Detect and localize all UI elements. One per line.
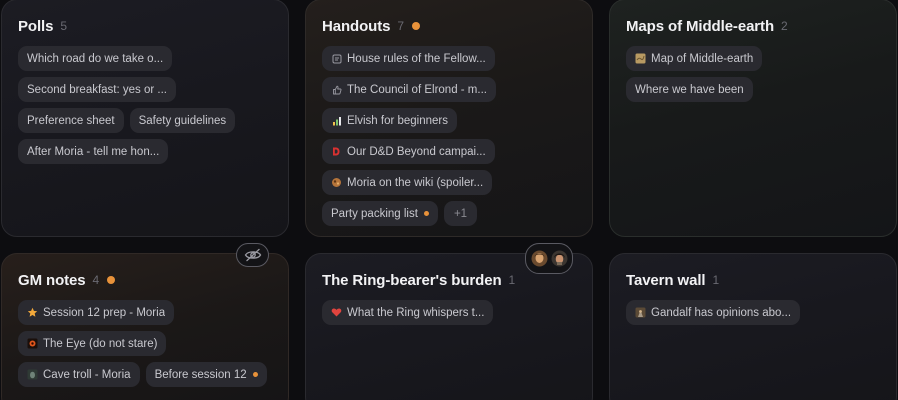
board-header: Tavern wall 1 — [626, 270, 880, 290]
unread-dot — [107, 276, 116, 284]
board-item[interactable]: After Moria - tell me hon... — [18, 139, 169, 164]
board-item[interactable]: Elvish for beginners — [322, 108, 457, 133]
star-icon — [27, 307, 38, 318]
more-items-button[interactable]: +1 — [443, 201, 478, 226]
board-card-ring-bearer[interactable]: The Ring-bearer's burden 1 What the Ring… — [305, 253, 593, 400]
eye-thumbnail-icon — [27, 338, 38, 349]
avatar — [551, 250, 568, 267]
heart-icon — [331, 307, 342, 318]
board-item[interactable]: Where we have been — [626, 77, 753, 102]
board-card-gm-notes[interactable]: GM notes 4 Session 12 prep - Moria The E… — [1, 253, 289, 400]
board-header: Maps of Middle-earth 2 — [626, 16, 880, 36]
avatar — [531, 250, 548, 267]
board-title: GM notes — [18, 271, 86, 289]
wiki-icon — [331, 177, 342, 188]
board-card-maps[interactable]: Maps of Middle-earth 2 Map of Middle-ear… — [609, 0, 897, 237]
board-count: 1 — [712, 273, 720, 287]
board-item[interactable]: What the Ring whispers t... — [322, 300, 494, 325]
troll-thumbnail-icon — [27, 369, 38, 380]
board-item[interactable]: Party packing list — [322, 201, 438, 226]
board-item[interactable]: Second breakfast: yes or ... — [18, 77, 176, 102]
bar-chart-icon — [331, 115, 342, 126]
board-item[interactable]: The Council of Elrond - m... — [322, 77, 496, 102]
eye-off-icon — [244, 248, 262, 262]
members-badge[interactable] — [525, 243, 573, 274]
document-icon — [331, 53, 342, 64]
board-header: GM notes 4 — [18, 270, 272, 290]
board-header: Handouts 7 — [322, 16, 576, 36]
board-card-tavern-wall[interactable]: Tavern wall 1 Gandalf has opinions abo..… — [609, 253, 897, 400]
board-title: Maps of Middle-earth — [626, 17, 775, 35]
board-title: The Ring-bearer's burden — [322, 271, 502, 289]
unread-dot — [423, 211, 429, 216]
board-item[interactable]: Before session 12 — [145, 362, 267, 387]
board-item[interactable]: Gandalf has opinions abo... — [626, 300, 801, 325]
board-count: 7 — [397, 19, 405, 33]
board-item[interactable]: Which road do we take o... — [18, 46, 173, 71]
board-item[interactable]: Cave troll - Moria — [18, 362, 140, 387]
board-item[interactable]: The Eye (do not stare) — [18, 331, 167, 356]
board-count: 2 — [781, 19, 788, 33]
board-item[interactable]: Session 12 prep - Moria — [18, 300, 175, 325]
dnd-beyond-icon — [331, 146, 342, 157]
board-card-handouts[interactable]: Handouts 7 House rules of the Fellow... … — [305, 0, 593, 237]
board-title: Handouts — [322, 17, 391, 35]
board-header: Polls 5 — [18, 16, 272, 36]
board-title: Polls — [18, 17, 54, 35]
unread-dot — [252, 372, 258, 377]
gandalf-thumbnail-icon — [635, 307, 646, 318]
thumbs-up-icon — [331, 84, 342, 95]
board-count: 1 — [508, 273, 516, 287]
board-item[interactable]: Our D&D Beyond campai... — [322, 139, 495, 164]
board-title: Tavern wall — [626, 271, 706, 289]
board-item[interactable]: Moria on the wiki (spoiler... — [322, 170, 493, 195]
board-count: 4 — [92, 273, 100, 287]
board-item[interactable]: Map of Middle-earth — [626, 46, 763, 71]
board-item[interactable]: Safety guidelines — [129, 108, 236, 133]
board-card-polls[interactable]: Polls 5 Which road do we take o... Secon… — [1, 0, 289, 237]
map-thumbnail-icon — [635, 53, 646, 64]
board-item[interactable]: House rules of the Fellow... — [322, 46, 495, 71]
hidden-board-badge[interactable] — [236, 243, 269, 267]
board-item[interactable]: Preference sheet — [18, 108, 124, 133]
board-count: 5 — [60, 19, 68, 33]
unread-dot — [412, 22, 421, 30]
